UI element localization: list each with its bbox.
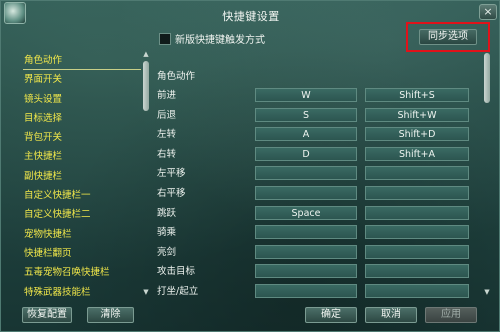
right-scrollbar-thumb[interactable]: [484, 53, 490, 103]
category-item[interactable]: 目标选择: [23, 109, 141, 128]
binding-row: 右平移: [157, 186, 487, 201]
primary-key-field[interactable]: [255, 166, 357, 180]
binding-row: 亮剑: [157, 245, 487, 260]
secondary-key-field[interactable]: [365, 206, 469, 220]
binding-row: 右转 D Shift+A: [157, 147, 487, 162]
category-item[interactable]: 特殊武器技能栏: [23, 283, 141, 302]
primary-key-field[interactable]: S: [255, 108, 357, 122]
primary-key-field[interactable]: [255, 225, 357, 239]
category-item[interactable]: 快捷栏翻页: [23, 244, 141, 263]
clear-button[interactable]: 清除: [87, 307, 134, 323]
close-button[interactable]: ×: [479, 4, 497, 20]
secondary-key-field[interactable]: [365, 284, 469, 298]
category-item[interactable]: 角色动作: [23, 51, 141, 71]
sync-highlight-box: 同步选项: [406, 22, 490, 52]
new-mode-label: 新版快捷键触发方式: [175, 35, 265, 46]
secondary-key-field[interactable]: [365, 245, 469, 259]
primary-key-field[interactable]: D: [255, 147, 357, 161]
binding-row: 左转 A Shift+D: [157, 127, 487, 142]
new-mode-checkbox[interactable]: [159, 32, 171, 45]
action-label: 右转: [157, 149, 177, 160]
action-label: 打坐/起立: [157, 286, 199, 297]
sync-options-button[interactable]: 同步选项: [419, 29, 477, 45]
binding-row: 后退 S Shift+W: [157, 108, 487, 123]
category-item[interactable]: 副快捷栏: [23, 167, 141, 186]
binding-row: 跳跃 Space: [157, 206, 487, 221]
primary-key-field[interactable]: A: [255, 127, 357, 141]
secondary-key-field[interactable]: Shift+W: [365, 108, 469, 122]
primary-key-field[interactable]: [255, 186, 357, 200]
binding-row: 攻击目标: [157, 264, 487, 279]
action-label: 跳跃: [157, 208, 177, 219]
category-item[interactable]: 自定义快捷栏一: [23, 186, 141, 205]
shortcut-settings-window: 快捷键设置 × 新版快捷键触发方式 同步选项 角色动作 界面开关 镜头设置 目标…: [0, 0, 500, 332]
primary-key-field[interactable]: [255, 245, 357, 259]
action-label: 亮剑: [157, 247, 177, 258]
category-item[interactable]: 主快捷栏: [23, 147, 141, 166]
category-item[interactable]: 镜头设置: [23, 90, 141, 109]
secondary-key-field[interactable]: Shift+S: [365, 88, 469, 102]
left-scroll-up-icon[interactable]: ▲: [142, 51, 150, 58]
primary-key-field[interactable]: [255, 284, 357, 298]
left-scrollbar-thumb[interactable]: [143, 61, 149, 111]
secondary-key-field[interactable]: Shift+D: [365, 127, 469, 141]
binding-row: 打坐/起立: [157, 284, 487, 299]
category-item[interactable]: 界面开关: [23, 70, 141, 89]
category-item[interactable]: 背包开关: [23, 128, 141, 147]
right-scroll-down-icon[interactable]: ▼: [483, 289, 491, 296]
action-label: 骑乘: [157, 227, 177, 238]
category-item[interactable]: 五毒宠物召唤快捷栏: [23, 263, 141, 282]
new-mode-option[interactable]: 新版快捷键触发方式: [159, 31, 265, 46]
primary-key-field[interactable]: Space: [255, 206, 357, 220]
action-label: 后退: [157, 110, 177, 121]
apply-button[interactable]: 应用: [425, 307, 477, 323]
binding-row: 左平移: [157, 166, 487, 181]
primary-key-field[interactable]: [255, 264, 357, 278]
action-label: 右平移: [157, 188, 186, 199]
category-list: 角色动作 界面开关 镜头设置 目标选择 背包开关 主快捷栏 副快捷栏 自定义快捷…: [23, 51, 141, 301]
cancel-button[interactable]: 取消: [365, 307, 417, 323]
action-label: 左平移: [157, 168, 186, 179]
primary-key-field[interactable]: W: [255, 88, 357, 102]
secondary-key-field[interactable]: [365, 166, 469, 180]
binding-table: 角色动作 前进 W Shift+S 后退 S Shift+W 左转 A Shif…: [157, 69, 487, 299]
action-label: 左转: [157, 129, 177, 140]
reset-config-button[interactable]: 恢复配置: [22, 307, 72, 323]
binding-row: 前进 W Shift+S: [157, 88, 487, 103]
action-label: 攻击目标: [157, 266, 196, 277]
ok-button[interactable]: 确定: [305, 307, 357, 323]
secondary-key-field[interactable]: [365, 225, 469, 239]
left-scroll-down-icon[interactable]: ▼: [142, 289, 150, 296]
section-header: 角色动作: [157, 71, 196, 82]
action-label: 前进: [157, 90, 177, 101]
secondary-key-field[interactable]: Shift+A: [365, 147, 469, 161]
category-item[interactable]: 宠物快捷栏: [23, 225, 141, 244]
secondary-key-field[interactable]: [365, 186, 469, 200]
category-item[interactable]: 自定义快捷栏二: [23, 205, 141, 224]
secondary-key-field[interactable]: [365, 264, 469, 278]
binding-row: 骑乘: [157, 225, 487, 240]
